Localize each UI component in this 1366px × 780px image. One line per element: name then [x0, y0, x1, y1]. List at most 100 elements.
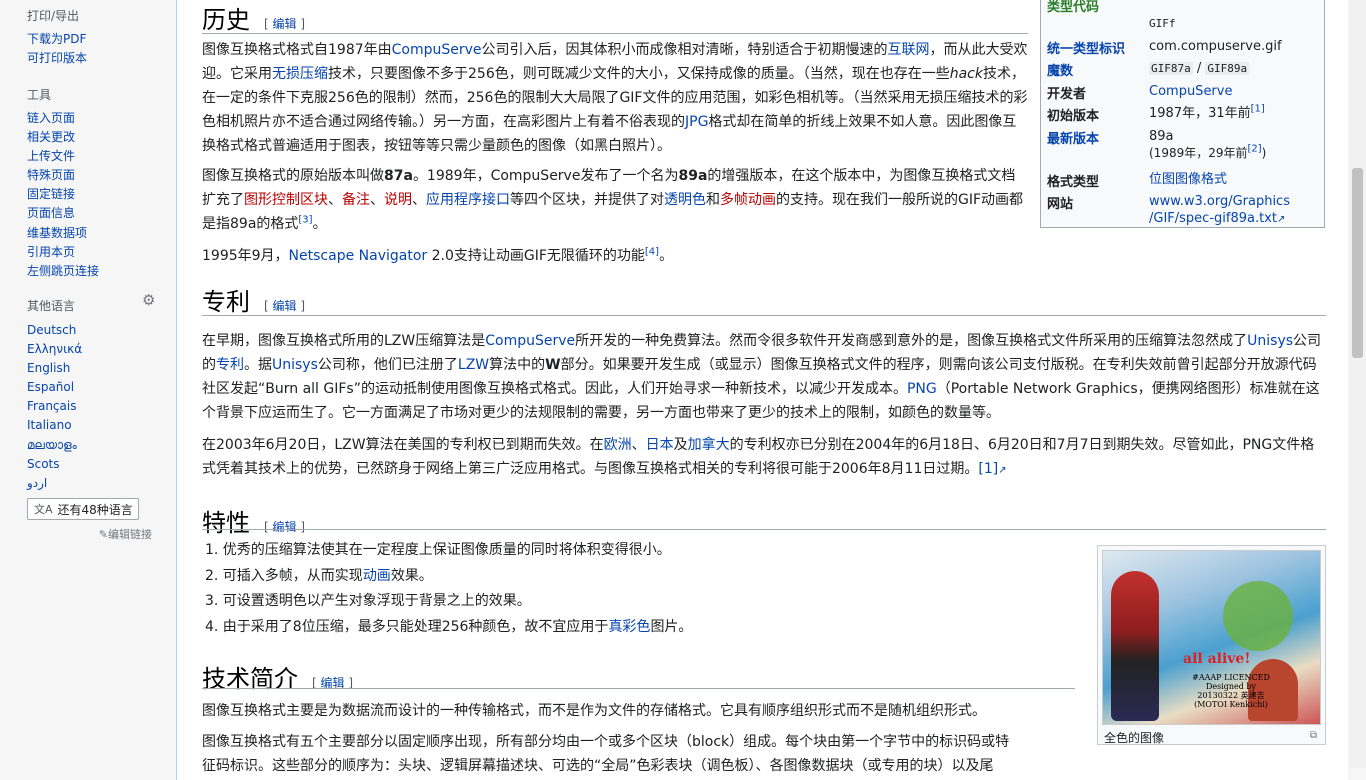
- link-internet[interactable]: 互联网: [888, 42, 930, 58]
- full-color-image[interactable]: all alive! #AAAP LICENCED Designed by 2013…: [1102, 550, 1321, 725]
- lang-greek[interactable]: Ελληνικά: [27, 340, 82, 359]
- link-lzw[interactable]: LZW: [458, 357, 489, 373]
- main-content: 类型代码 GIFf 统一类型标识 com.compuserve.gif 魔数 G…: [176, 0, 1348, 780]
- link-true-color[interactable]: 真彩色: [608, 619, 650, 635]
- link-japan[interactable]: 日本: [646, 437, 674, 453]
- infobox-latest-value: 89a (1989年，29年前[2]): [1149, 128, 1266, 162]
- translate-icon: 文A: [34, 503, 53, 516]
- lang-espanol[interactable]: Español: [27, 378, 82, 397]
- link-unisys[interactable]: Unisys: [1247, 333, 1293, 349]
- thumbnail-caption: 全色的图像: [1104, 731, 1165, 745]
- link-animation[interactable]: 动画: [363, 568, 391, 584]
- divider: [202, 529, 1326, 530]
- text-89a: 89a: [678, 168, 708, 184]
- text: 所开发的一种免费算法。然而令很多软件开发商感到意外的是，图像互换格式文件所采用的…: [575, 333, 1248, 349]
- print-export-heading: 打印/导出: [27, 9, 80, 23]
- sidebar-item-printable[interactable]: 可打印版本: [27, 49, 87, 68]
- edit-links-link[interactable]: ✎编辑链接: [99, 526, 152, 542]
- lang-malayalam[interactable]: മലയാളം: [27, 436, 82, 455]
- website-link-2[interactable]: /GIF/spec-gif89a.txt: [1149, 211, 1277, 226]
- link-netscape[interactable]: Netscape Navigator: [289, 248, 428, 264]
- sidebar-item-special-pages[interactable]: 特殊页面: [27, 166, 99, 185]
- scrollbar[interactable]: [1349, 0, 1366, 768]
- link-unisys[interactable]: Unisys: [272, 357, 318, 373]
- patent-edit-link[interactable]: 编辑: [273, 299, 297, 313]
- lang-deutsch[interactable]: Deutsch: [27, 321, 82, 340]
- link-lossless[interactable]: 无损压缩: [272, 66, 328, 82]
- infobox-uti-value: com.compuserve.gif: [1149, 39, 1282, 54]
- lang-scots[interactable]: Scots: [27, 455, 82, 474]
- developer-link[interactable]: CompuServe: [1149, 84, 1232, 99]
- external-link-icon: ↗: [998, 465, 1007, 476]
- tech-paragraph-1: 图像互换格式主要是为数据流而设计的一种传输格式，而不是作为文件的存储格式。它具有…: [202, 703, 986, 719]
- sidebar-item-download-pdf[interactable]: 下载为PDF: [27, 30, 87, 49]
- scrollbar-thumb[interactable]: [1352, 168, 1363, 358]
- sidebar-item-related-changes[interactable]: 相关更改: [27, 128, 99, 147]
- link-europe[interactable]: 欧洲: [604, 437, 632, 453]
- link-png[interactable]: PNG: [907, 381, 937, 397]
- languages-heading: 其他语言: [27, 299, 76, 313]
- lang-italiano[interactable]: Italiano: [27, 416, 82, 435]
- link-application[interactable]: 应用程序接口: [426, 192, 510, 208]
- more-languages-button[interactable]: 文A 还有48种语言: [27, 498, 139, 520]
- latest-ref[interactable]: [2]: [1248, 144, 1262, 155]
- lang-english[interactable]: English: [27, 359, 82, 378]
- character-figure: [1111, 571, 1159, 721]
- credit-line: Designed by: [1205, 682, 1257, 691]
- features-edit-link[interactable]: 编辑: [273, 520, 297, 534]
- text: 在早期，图像互换格式所用的LZW压缩算法是: [202, 333, 486, 349]
- tech-title: 技术简介: [202, 667, 298, 693]
- patent-paragraph-1: 在早期，图像互换格式所用的LZW压缩算法是CompuServe所开发的一种免费算…: [202, 329, 1326, 425]
- character-figure: [1223, 581, 1293, 651]
- sidebar-item-page-info[interactable]: 页面信息: [27, 204, 99, 223]
- text: 、: [328, 192, 342, 208]
- sidebar-item-left-jump-link[interactable]: 左侧跳页连接: [27, 262, 99, 281]
- infobox-initial-value: 1987年，31年前[1]: [1149, 104, 1265, 122]
- link-patent[interactable]: 专利: [216, 357, 244, 373]
- infobox-uti-label[interactable]: 统一类型标识: [1047, 38, 1125, 57]
- ref-3[interactable]: [3]: [298, 214, 312, 225]
- link-plain-text[interactable]: 说明: [384, 192, 412, 208]
- lang-urdu[interactable]: اردو: [27, 474, 82, 493]
- website-link-1[interactable]: www.w3.org/Graphics: [1149, 194, 1290, 209]
- tech-paragraph-2: 图像互换格式有五个主要部分以固定顺序出现，所有部分均由一个或多个区块（block…: [202, 730, 1082, 778]
- infobox-magic-label[interactable]: 魔数: [1047, 60, 1073, 79]
- sidebar-item-wikidata-item[interactable]: 维基数据项: [27, 224, 99, 243]
- image-caption-text: all alive!: [1183, 651, 1251, 667]
- link-graphic-control[interactable]: 图形控制区块: [244, 192, 328, 208]
- text: 。: [659, 248, 674, 264]
- history-edit-link[interactable]: 编辑: [273, 17, 297, 31]
- link-canada[interactable]: 加拿大: [688, 437, 730, 453]
- text: 公司称，他们已注册了: [317, 357, 458, 373]
- link-compuserve[interactable]: CompuServe: [392, 42, 482, 58]
- enlarge-icon[interactable]: ⧉: [1310, 730, 1317, 741]
- lang-francais[interactable]: Français: [27, 397, 82, 416]
- sidebar-item-permanent-link[interactable]: 固定链接: [27, 185, 99, 204]
- link-jpg[interactable]: JPG: [685, 114, 708, 130]
- link-transparency[interactable]: 透明色: [664, 192, 706, 208]
- format-type-link[interactable]: 位图图像格式: [1149, 172, 1227, 187]
- infobox-latest-label[interactable]: 最新版本: [1047, 128, 1099, 147]
- infobox-website-value: www.w3.org/Graphics/GIF/spec-gif89a.txt↗: [1149, 193, 1290, 228]
- sidebar-item-upload-file[interactable]: 上传文件: [27, 147, 99, 166]
- ref-4[interactable]: [4]: [645, 246, 659, 257]
- sidebar-item-cite-page[interactable]: 引用本页: [27, 243, 99, 262]
- sidebar: 打印/导出 下载为PDF 可打印版本 工具 链入页面 相关更改 上传文件 特殊页…: [0, 0, 176, 768]
- magic-separator: /: [1192, 61, 1206, 76]
- sidebar-item-what-links-here[interactable]: 链入页面: [27, 109, 99, 128]
- link-comment[interactable]: 备注: [342, 192, 370, 208]
- initial-ref[interactable]: [1]: [1251, 104, 1265, 115]
- patent-paragraph-2: 在2003年6月20日，LZW算法在美国的专利权已到期而失效。在欧洲、日本及加拿…: [202, 433, 1326, 483]
- gear-icon[interactable]: ⚙: [142, 291, 155, 309]
- external-ref-1[interactable]: [1]: [978, 461, 998, 477]
- print-export-list: 下载为PDF 可打印版本: [27, 30, 87, 68]
- infobox-website-label: 网站: [1047, 197, 1074, 212]
- link-animation[interactable]: 多帧动画: [720, 192, 776, 208]
- credit-line: #AAAP LICENCED: [1192, 673, 1270, 682]
- link-compuserve[interactable]: CompuServe: [485, 333, 575, 349]
- list-item: 4. 由于采用了8位压缩，最多只能处理256种颜色，故不宜应用于真彩色图片。: [205, 616, 692, 636]
- history-edit: [ 编辑 ]: [264, 17, 306, 31]
- text: 、: [412, 192, 426, 208]
- text: 图片。: [650, 619, 693, 635]
- initial-text: 1987年，31年前: [1149, 106, 1251, 121]
